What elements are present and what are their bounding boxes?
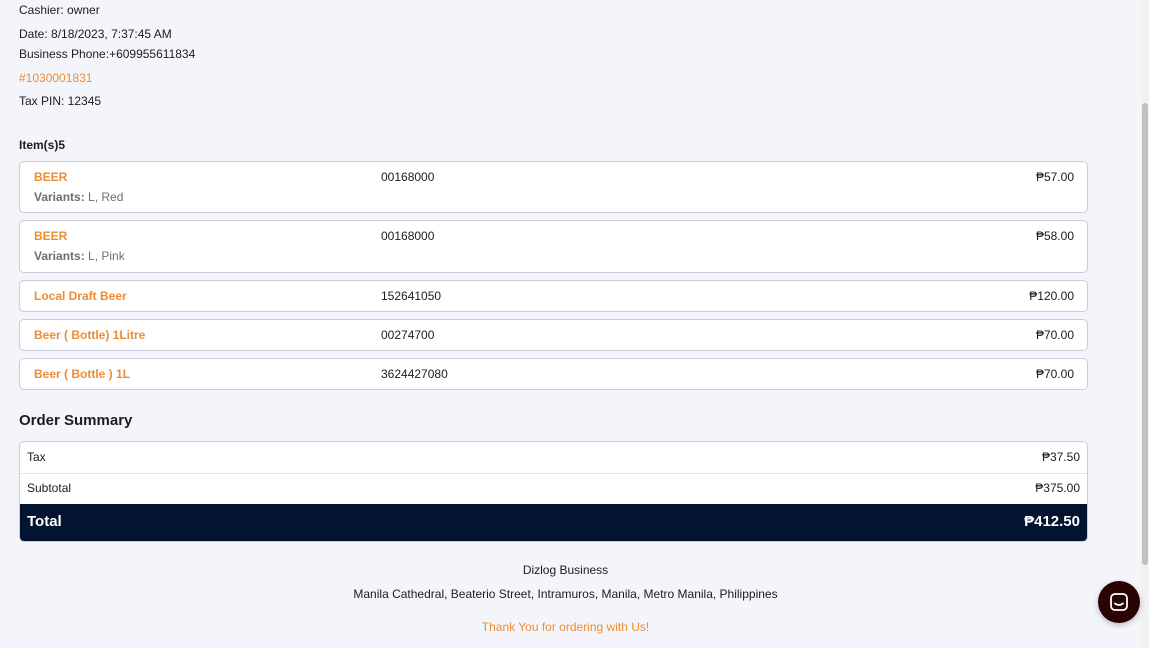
item-name: BEER <box>34 229 68 243</box>
business-phone-text: Business Phone:+609955611834 <box>19 47 196 61</box>
order-summary-title: Order Summary <box>19 412 133 429</box>
item-code: 00274700 <box>381 328 435 342</box>
tax-label: Tax <box>27 450 46 464</box>
subtotal-row: Subtotal ₱375.00 <box>20 473 1087 504</box>
item-name: BEER <box>34 170 68 184</box>
subtotal-value: ₱375.00 <box>1035 481 1080 495</box>
page-scrollbar[interactable] <box>1141 0 1149 648</box>
list-item: Beer ( Bottle ) 1L 3624427080 ₱70.00 <box>19 358 1088 390</box>
item-code: 00168000 <box>381 229 435 243</box>
order-number: #1030001831 <box>19 71 93 85</box>
variants-value: L, Red <box>88 190 124 204</box>
item-name: Beer ( Bottle ) 1L <box>34 367 131 381</box>
tax-row: Tax ₱37.50 <box>20 442 1087 474</box>
item-name: Local Draft Beer <box>34 289 127 303</box>
list-item: Beer ( Bottle) 1Litre 00274700 ₱70.00 <box>19 319 1088 351</box>
items-count-title: Item(s)5 <box>19 138 66 152</box>
item-code: 3624427080 <box>381 367 448 381</box>
variants-value: L, Pink <box>88 249 125 263</box>
list-item: Local Draft Beer 152641050 ₱120.00 <box>19 280 1088 312</box>
scrollbar-thumb[interactable] <box>1142 103 1148 565</box>
business-address: Manila Cathedral, Beaterio Street, Intra… <box>353 587 778 601</box>
list-item: BEER 00168000 ₱57.00 Variants: L, Red <box>19 161 1088 213</box>
subtotal-label: Subtotal <box>27 481 72 495</box>
total-row: Total ₱412.50 <box>20 504 1087 541</box>
tax-pin-text: Tax PIN: 12345 <box>19 94 102 108</box>
list-item: BEER 00168000 ₱58.00 Variants: L, Pink <box>19 220 1088 273</box>
item-price: ₱120.00 <box>1029 289 1074 303</box>
item-variants: Variants: L, Red <box>34 190 123 204</box>
item-variants: Variants: L, Pink <box>34 249 125 263</box>
chat-bubble-icon <box>1110 593 1128 611</box>
business-name: Dizlog Business <box>522 563 609 577</box>
item-name: Beer ( Bottle) 1Litre <box>34 328 146 342</box>
tax-value: ₱37.50 <box>1041 450 1080 464</box>
item-price: ₱57.00 <box>1035 170 1074 184</box>
item-code: 152641050 <box>381 289 442 303</box>
item-price: ₱58.00 <box>1035 229 1074 243</box>
chat-button[interactable] <box>1098 581 1140 623</box>
order-summary-table: Tax ₱37.50 Subtotal ₱375.00 Total ₱412.5… <box>19 441 1088 542</box>
item-price: ₱70.00 <box>1035 367 1074 381</box>
item-code: 00168000 <box>381 170 435 184</box>
cashier-text: Cashier: owner <box>19 3 100 17</box>
thank-you-message: Thank You for ordering with Us! <box>481 620 650 634</box>
item-price: ₱70.00 <box>1035 328 1074 342</box>
variants-label: Variants: <box>34 249 85 263</box>
total-label: Total <box>27 513 62 530</box>
variants-label: Variants: <box>34 190 85 204</box>
date-text: Date: 8/18/2023, 7:37:45 AM <box>19 27 172 41</box>
total-value: ₱412.50 <box>1024 513 1080 530</box>
